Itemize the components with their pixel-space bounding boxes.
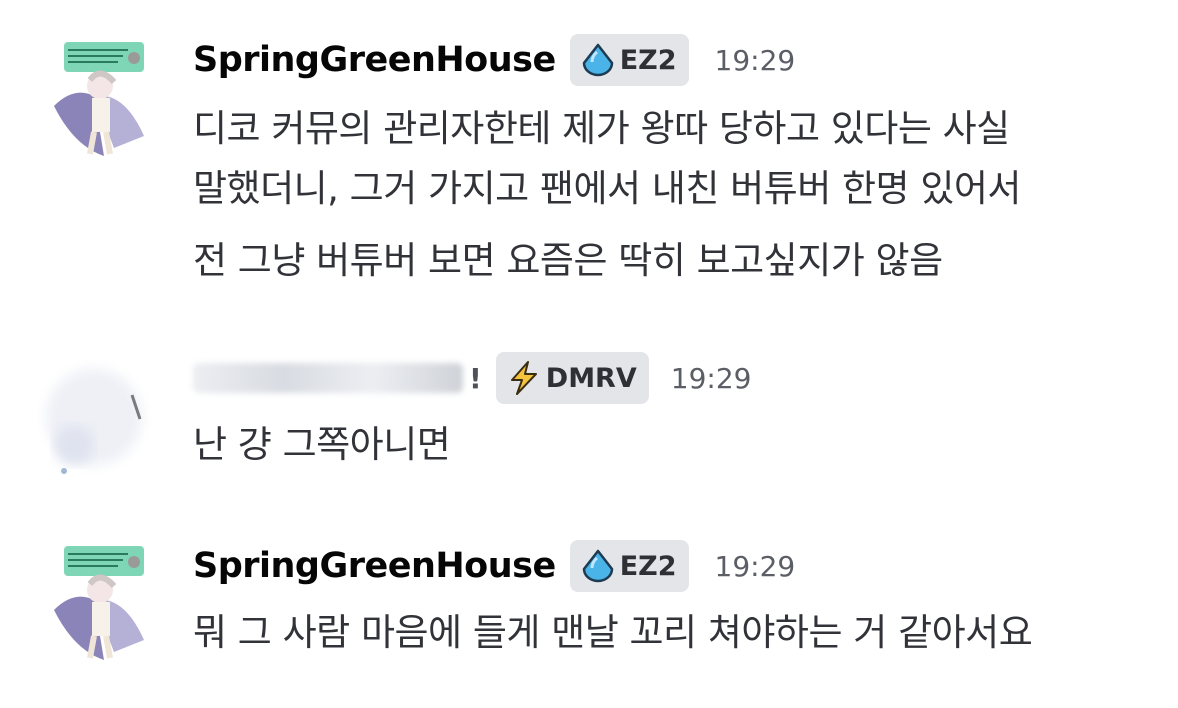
- timestamp[interactable]: 19:29: [715, 44, 796, 77]
- username[interactable]: SpringGreenHouse: [193, 546, 556, 586]
- message-text-line: 말했더니, 그거 가지고 팬에서 내친 버튜버 한명 있어서: [193, 167, 1021, 210]
- water-drop-icon: [582, 549, 613, 583]
- server-tag[interactable]: EZ2: [569, 540, 689, 592]
- server-tag[interactable]: EZ2: [569, 34, 689, 86]
- message-text-line: 뭐 그 사람 마음에 들게 맨날 꼬리 쳐야하는 거 같아서요: [193, 611, 1033, 654]
- message-text-line: 디코 커뮤의 관리자한테 제가 왕따 당하고 있다는 사실: [193, 107, 1010, 150]
- avatar[interactable]: [34, 540, 160, 666]
- tag-label: EZ2: [619, 550, 677, 582]
- tag-label: DMRV: [545, 362, 637, 394]
- username-blur-mask: [193, 363, 463, 393]
- avatar[interactable]: [34, 355, 160, 481]
- message-text-line: 난 걍 그쪽아니면: [193, 423, 451, 466]
- username-fragment: !: [469, 361, 482, 395]
- server-tag[interactable]: DMRV: [495, 352, 649, 404]
- water-drop-icon: [582, 43, 613, 77]
- timestamp[interactable]: 19:29: [715, 550, 796, 583]
- message-text-line: 전 그냥 버튜버 보면 요즘은 딱히 보고싶지가 않음: [193, 239, 943, 282]
- anime-character-avatar-image: [54, 42, 144, 156]
- anime-character-avatar-image: [54, 546, 144, 660]
- tag-label: EZ2: [619, 44, 677, 76]
- blurred-avatar-image: [46, 369, 142, 474]
- timestamp[interactable]: 19:29: [671, 362, 752, 395]
- avatar[interactable]: [34, 36, 160, 162]
- username[interactable]: SpringGreenHouse: [193, 40, 556, 80]
- lightning-bolt-icon: [510, 361, 537, 395]
